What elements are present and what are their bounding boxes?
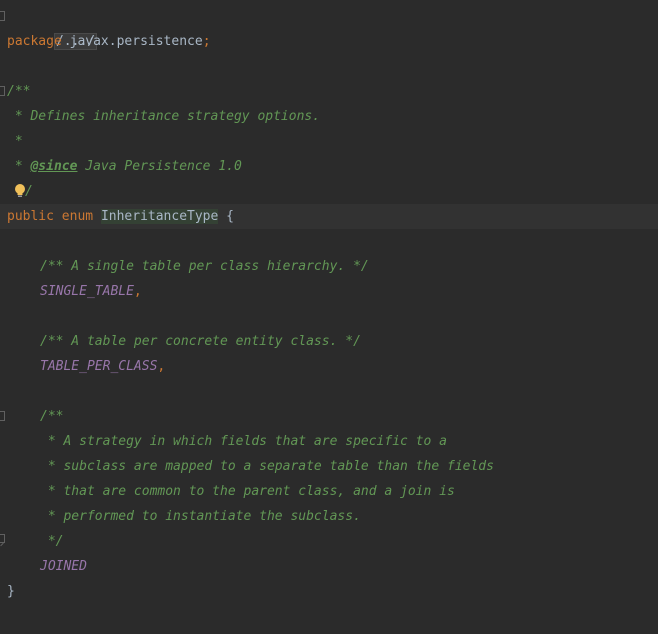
enum-constant[interactable]: TABLE_PER_CLASS xyxy=(40,359,157,374)
doc-comment: * A strategy in which fields that are sp… xyxy=(40,434,447,449)
semicolon: ; xyxy=(202,34,211,49)
package-name: javax.persistence xyxy=(61,34,203,49)
code-line-21[interactable]: * performed to instantiate the subclass. xyxy=(0,504,658,529)
doc-comment: * that are common to the parent class, a… xyxy=(40,484,455,499)
enum-constant[interactable]: JOINED xyxy=(40,554,87,579)
code-line-5[interactable]: * Defines inheritance strategy options. xyxy=(0,104,658,129)
doc-comment: * Defines inheritance strategy options. xyxy=(7,109,321,124)
code-line-2[interactable]: package javax.persistence; xyxy=(0,29,658,54)
code-line-14[interactable]: /** A table per concrete entity class. *… xyxy=(0,329,658,354)
comma: , xyxy=(157,359,166,374)
code-editor[interactable]: /.../ package javax.persistence; /** * D… xyxy=(0,0,658,634)
doc-comment: /** xyxy=(40,409,64,424)
code-line-9[interactable]: public enum InheritanceType { xyxy=(0,204,658,229)
brace: { xyxy=(218,209,234,224)
keyword: enum xyxy=(53,209,101,224)
keyword: package xyxy=(7,34,62,49)
enum-name[interactable]: InheritanceType xyxy=(100,209,219,224)
fold-marker-icon[interactable] xyxy=(0,534,5,543)
code-line-4[interactable]: /** xyxy=(0,79,658,104)
code-line-20[interactable]: * that are common to the parent class, a… xyxy=(0,479,658,504)
code-line-15[interactable]: TABLE_PER_CLASS, xyxy=(0,354,658,379)
doc-comment: /** A table per concrete entity class. *… xyxy=(40,334,361,349)
doc-comment: * performed to instantiate the subclass. xyxy=(40,509,361,524)
doc-comment: */ xyxy=(40,534,64,549)
code-line-6[interactable]: * xyxy=(0,129,658,154)
doc-comment: /** xyxy=(7,84,31,99)
fold-marker-icon[interactable] xyxy=(0,11,5,21)
code-line-12[interactable]: SINGLE_TABLE, xyxy=(0,279,658,304)
doc-comment: /** A single table per class hierarchy. … xyxy=(40,259,369,274)
code-line-18[interactable]: * A strategy in which fields that are sp… xyxy=(0,429,658,454)
doc-comment: * subclass are mapped to a separate tabl… xyxy=(40,459,494,474)
enum-constant[interactable]: SINGLE_TABLE xyxy=(40,284,134,299)
code-line-23[interactable]: JOINED xyxy=(0,554,658,579)
doc-comment: Java Persistence 1.0 xyxy=(77,159,242,174)
doc-comment: * xyxy=(7,134,23,149)
code-line-24[interactable]: } xyxy=(0,579,658,604)
fold-marker-icon[interactable] xyxy=(0,86,5,96)
doc-comment-end: / xyxy=(25,184,33,199)
comma: , xyxy=(133,284,142,299)
code-line-8[interactable]: / xyxy=(0,179,658,204)
code-line-1[interactable]: /.../ xyxy=(0,4,658,50)
code-line-17[interactable]: /** xyxy=(0,404,658,429)
code-line-11[interactable]: /** A single table per class hierarchy. … xyxy=(0,254,658,279)
keyword: public xyxy=(7,209,54,224)
code-line-19[interactable]: * subclass are mapped to a separate tabl… xyxy=(0,454,658,479)
closing-brace: } xyxy=(7,584,15,599)
fold-marker-icon[interactable] xyxy=(0,411,5,421)
doc-tag[interactable]: @since xyxy=(30,159,77,174)
code-line-22[interactable]: */ xyxy=(0,529,658,554)
code-line-7[interactable]: * @since Java Persistence 1.0 xyxy=(0,154,658,179)
doc-comment: * xyxy=(7,159,31,174)
